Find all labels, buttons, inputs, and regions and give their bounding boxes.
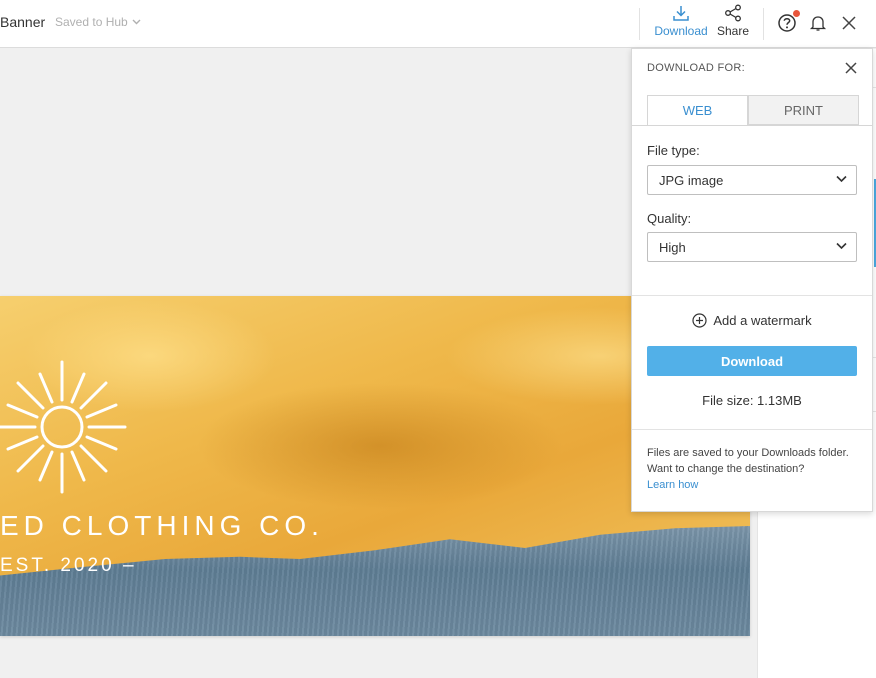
sun-logo	[0, 360, 127, 494]
document-title[interactable]: Banner	[0, 14, 45, 30]
divider	[632, 295, 872, 296]
established-text[interactable]: EST. 2020 –	[0, 555, 137, 577]
share-icon	[725, 4, 741, 22]
saved-status-dropdown[interactable]: Saved to Hub	[55, 15, 141, 29]
add-watermark-button[interactable]: Add a watermark	[632, 313, 872, 328]
panel-heading: DOWNLOAD FOR:	[647, 62, 746, 74]
close-icon	[842, 16, 856, 30]
help-button[interactable]	[776, 10, 800, 34]
notifications-button[interactable]	[807, 12, 829, 34]
download-icon	[673, 6, 689, 21]
top-bar: Banner Saved to Hub Download Share	[0, 0, 876, 48]
quality-label: Quality:	[647, 211, 692, 226]
divider	[639, 8, 640, 40]
file-size: File size: 1.13MB	[702, 393, 802, 408]
download-button[interactable]: Download	[650, 4, 712, 38]
quality-value: High	[659, 239, 686, 255]
saved-status-label: Saved to Hub	[55, 15, 128, 29]
download-label: Download	[654, 24, 708, 38]
bell-icon	[809, 16, 827, 31]
watermark-label: Add a watermark	[713, 313, 812, 328]
info-text-block: Files are saved to your Downloads folder…	[647, 445, 861, 493]
plus-circle-icon	[692, 313, 707, 328]
learn-how-link[interactable]: Learn how	[647, 477, 861, 493]
download-submit-button[interactable]: Download	[647, 346, 857, 376]
download-panel: DOWNLOAD FOR: WEB PRINT File type: JPG i…	[631, 48, 873, 512]
tab-print[interactable]: PRINT	[748, 95, 859, 125]
brand-text[interactable]: ED CLOTHING CO.	[0, 510, 324, 542]
chevron-down-icon	[836, 242, 847, 250]
file-type-select[interactable]: JPG image	[647, 165, 857, 195]
share-label: Share	[716, 24, 750, 38]
download-tabs: WEB PRINT	[647, 95, 859, 125]
close-editor-button[interactable]	[838, 12, 860, 34]
file-type-label: File type:	[647, 143, 700, 158]
close-icon[interactable]	[844, 61, 858, 75]
denim-texture	[0, 526, 750, 636]
tab-web[interactable]: WEB	[647, 95, 748, 125]
chevron-down-icon	[132, 19, 141, 25]
file-type-value: JPG image	[659, 172, 724, 188]
quality-select[interactable]: High	[647, 232, 857, 262]
share-button[interactable]: Share	[712, 4, 754, 38]
divider	[632, 429, 872, 430]
notification-dot	[793, 10, 800, 17]
divider	[632, 125, 872, 126]
chevron-down-icon	[836, 175, 847, 183]
info-text: Files are saved to your Downloads folder…	[647, 447, 849, 475]
divider	[763, 8, 764, 40]
